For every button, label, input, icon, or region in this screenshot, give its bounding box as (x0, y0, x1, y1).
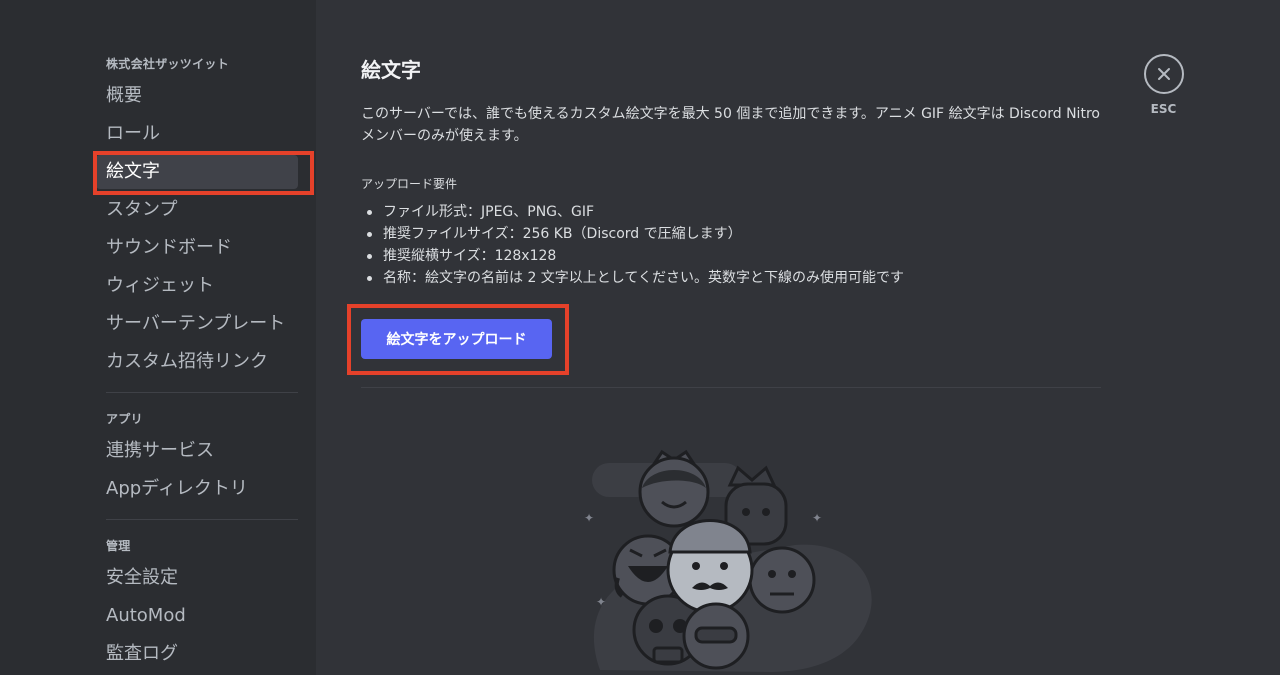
sidebar-item-safety-setup[interactable]: 安全設定 (96, 561, 298, 595)
empty-emoji-illustration: ✦ ✦ ✦ (584, 449, 872, 672)
sidebar-item-app-directory[interactable]: Appディレクトリ (96, 472, 298, 506)
esc-label: ESC (1150, 102, 1177, 116)
requirement-naming: 名称：絵文字の名前は 2 文字以上としてください。英数字と下線のみ使用可能です (361, 267, 904, 289)
section-header-apps: アプリ (106, 412, 143, 426)
cap-mustache-emoji-icon (666, 519, 754, 614)
sidebar-item-widget[interactable]: ウィジェット (96, 269, 298, 303)
sidebar-item-vanity-url[interactable]: カスタム招待リンク (96, 345, 298, 379)
close-button[interactable] (1143, 54, 1184, 94)
neutral-emoji-icon (748, 546, 816, 614)
requirement-file-type: ファイル形式：JPEG、PNG、GIF (361, 201, 904, 223)
requirements-list: ファイル形式：JPEG、PNG、GIF 推奨ファイルサイズ：256 KB（Dis… (361, 201, 904, 289)
sidebar-item-roles[interactable]: ロール (96, 117, 298, 151)
sidebar-item-audit-log[interactable]: 監査ログ (96, 637, 298, 671)
content-divider (361, 387, 1101, 388)
sidebar-item-stickers[interactable]: スタンプ (96, 193, 298, 227)
requirements-header: アップロード要件 (361, 177, 458, 191)
sidebar-item-overview[interactable]: 概要 (96, 79, 298, 113)
section-header-moderation: 管理 (106, 539, 131, 553)
sidebar-item-integrations[interactable]: 連携サービス (96, 434, 298, 468)
page-description: このサーバーでは、誰でも使えるカスタム絵文字を最大 50 個まで追加できます。ア… (361, 106, 1100, 144)
requirement-file-size: 推奨ファイルサイズ：256 KB（Discord で圧縮します） (361, 223, 904, 245)
sidebar-divider (106, 392, 298, 393)
section-header-server: 株式会社ザッツイット (106, 57, 230, 71)
settings-sidebar: 株式会社ザッツイット 概要 ロール 絵文字 スタンプ サウンドボード ウィジェッ… (0, 0, 316, 675)
sparkle-icon: ✦ (596, 595, 606, 609)
sidebar-item-server-template[interactable]: サーバーテンプレート (96, 307, 298, 341)
sidebar-item-soundboard[interactable]: サウンドボード (96, 231, 298, 265)
sidebar-item-emoji[interactable]: 絵文字 (96, 155, 298, 189)
sidebar-item-automod[interactable]: AutoMod (96, 599, 298, 633)
requirement-dimensions: 推奨縦横サイズ：128x128 (361, 245, 904, 267)
upload-emoji-button[interactable]: 絵文字をアップロード (361, 319, 552, 359)
grimace-emoji-icon (682, 602, 750, 670)
sparkle-icon: ✦ (812, 511, 822, 525)
page-title: 絵文字 (361, 58, 421, 82)
close-settings[interactable]: ESC (1143, 54, 1184, 116)
sidebar-divider (106, 519, 298, 520)
sparkle-icon: ✦ (584, 511, 594, 525)
close-icon (1157, 68, 1170, 80)
